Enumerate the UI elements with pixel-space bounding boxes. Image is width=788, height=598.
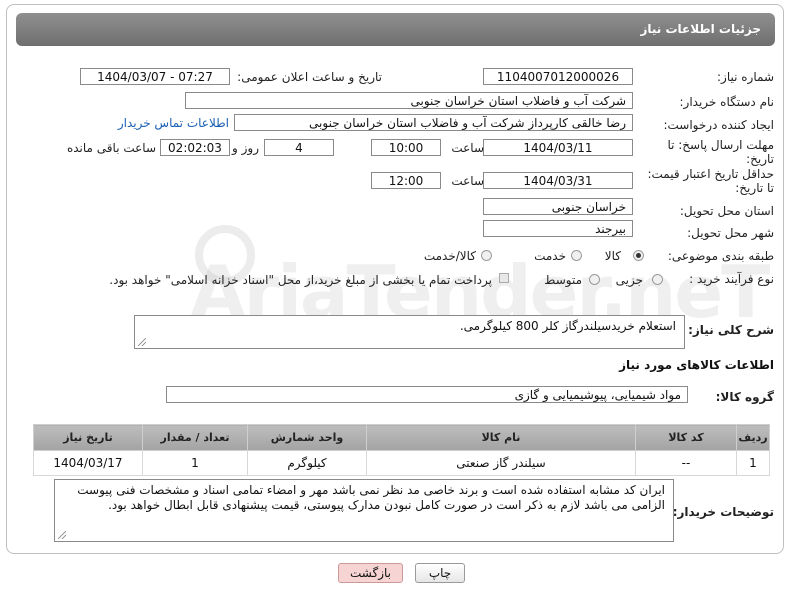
deadline-time-field[interactable]: 10:00 <box>371 139 441 156</box>
resize-grip-icon[interactable] <box>58 531 66 539</box>
category-option-goods-service: کالا/خدمت <box>423 249 476 263</box>
deadline-label-date: تاریخ: <box>746 152 774 166</box>
announce-date-field[interactable]: 1404/03/07 - 07:27 <box>80 68 230 85</box>
province-label: استان محل تحویل: <box>679 204 774 218</box>
days-label: روز و <box>232 141 259 155</box>
buyer-org-field[interactable]: شرکت آب و فاضلاب استان خراسان جنوبی <box>185 92 633 109</box>
time-remaining-label: ساعت باقی مانده <box>66 141 156 155</box>
deadline-time-label: ساعت <box>451 141 484 155</box>
process-label: نوع فرآیند خرید : <box>689 272 774 286</box>
goods-table: ردیف کد کالا نام کالا واحد شمارش تعداد /… <box>33 424 770 476</box>
buyer-contact-link[interactable]: اطلاعات تماس خریدار <box>118 116 229 130</box>
panel-title: جزئیات اطلاعات نیاز <box>640 22 761 36</box>
col-unit: واحد شمارش <box>247 424 367 451</box>
col-quantity: تعداد / مقدار <box>142 424 248 451</box>
col-goods-code: کد کالا <box>635 424 737 451</box>
province-field[interactable]: خراسان جنوبی <box>483 198 633 215</box>
buyer-notes-label: توضیحات خریدار: <box>672 505 774 519</box>
city-field[interactable]: بیرجند <box>483 220 633 237</box>
announce-date-label: تاریخ و ساعت اعلان عمومی: <box>237 70 382 84</box>
validity-time-label: ساعت <box>451 174 484 188</box>
print-button[interactable]: چاپ <box>415 563 465 583</box>
buyer-org-label: نام دستگاه خریدار: <box>679 95 775 109</box>
process-option-medium: متوسط <box>544 273 582 287</box>
creator-field[interactable]: رضا خالقی کارپرداز شرکت آب و فاضلاب استا… <box>234 114 633 131</box>
treasury-payment-note: پرداخت تمام یا بخشی از مبلغ خرید،از محل … <box>109 273 492 287</box>
days-remaining-field[interactable]: 4 <box>264 139 334 156</box>
cell-goods-code: -- <box>635 450 737 476</box>
description-textarea[interactable]: استعلام خریدسیلندرگاز کلر 800 کیلوگرمی. <box>134 315 685 349</box>
goods-section-title: اطلاعات کالاهای مورد نیاز <box>619 358 774 372</box>
table-row[interactable]: 1 -- سیلندر گاز صنعتی کیلوگرم 1 1404/03/… <box>33 450 770 476</box>
category-radio-goods[interactable] <box>633 250 644 261</box>
validity-time-field[interactable]: 12:00 <box>371 172 441 189</box>
treasury-payment-checkbox[interactable] <box>499 273 509 283</box>
back-button[interactable]: بازگشت <box>338 563 403 583</box>
city-label: شهر محل تحویل: <box>687 226 774 240</box>
creator-label: ایجاد کننده درخواست: <box>663 118 774 132</box>
cell-unit: کیلوگرم <box>247 450 367 476</box>
deadline-date-field[interactable]: 1404/03/11 <box>483 139 633 156</box>
col-need-date: تاریخ نیاز <box>33 424 143 451</box>
panel-header: جزئیات اطلاعات نیاز <box>16 13 775 46</box>
cell-goods-name: سیلندر گاز صنعتی <box>366 450 636 476</box>
category-label: طبقه بندی موضوعی: <box>667 249 774 263</box>
need-number-label: شماره نیاز: <box>717 70 774 84</box>
process-radio-medium[interactable] <box>589 274 600 285</box>
validity-label-date: تا تاریخ: <box>735 181 774 195</box>
category-radio-service[interactable] <box>571 250 582 261</box>
col-goods-name: نام کالا <box>366 424 636 451</box>
cell-row-number: 1 <box>736 450 770 476</box>
goods-group-field[interactable]: مواد شیمیایی، پیوشیمیایی و گازی <box>166 386 688 403</box>
category-radio-goods-service[interactable] <box>481 250 492 261</box>
description-text: استعلام خریدسیلندرگاز کلر 800 کیلوگرمی. <box>459 319 676 333</box>
validity-label: حداقل تاریخ اعتبار قیمت: <box>647 167 774 181</box>
description-label: شرح کلی نیاز: <box>688 323 774 337</box>
buyer-notes-text: ایران کد مشابه استفاده شده است و برند خا… <box>77 483 665 512</box>
col-row-number: ردیف <box>736 424 770 451</box>
process-option-minor: جزیی <box>615 273 643 287</box>
time-remaining-field[interactable]: 02:02:03 <box>160 139 230 156</box>
cell-quantity: 1 <box>142 450 248 476</box>
validity-date-field[interactable]: 1404/03/31 <box>483 172 633 189</box>
resize-grip-icon[interactable] <box>138 338 146 346</box>
deadline-label: مهلت ارسال پاسخ: تا <box>667 138 774 152</box>
cell-need-date: 1404/03/17 <box>33 450 143 476</box>
process-radio-minor[interactable] <box>652 274 663 285</box>
goods-group-label: گروه کالا: <box>715 390 774 404</box>
buyer-notes-textarea[interactable]: ایران کد مشابه استفاده شده است و برند خا… <box>54 479 674 542</box>
category-option-goods: کالا <box>604 249 621 263</box>
need-number-field[interactable]: 1104007012000026 <box>483 68 633 85</box>
category-option-service: خدمت <box>534 249 566 263</box>
goods-table-header: ردیف کد کالا نام کالا واحد شمارش تعداد /… <box>33 424 770 451</box>
